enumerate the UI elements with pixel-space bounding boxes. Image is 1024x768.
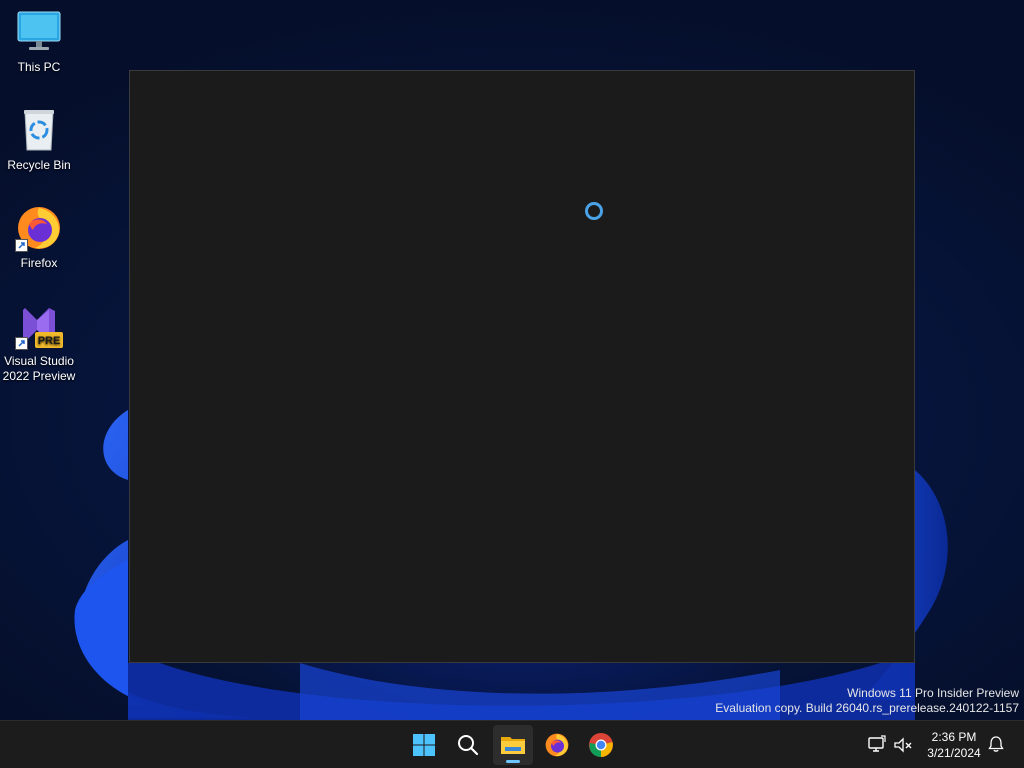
recycle-bin-icon [15, 106, 63, 154]
shortcut-arrow-icon [15, 337, 28, 350]
taskbar: 2:36 PM 3/21/2024 [0, 720, 1024, 768]
desktop: This PC Recycle Bin Firefox PRE Visual S… [0, 0, 1024, 720]
file-explorer-taskbar-button[interactable] [493, 725, 533, 765]
notification-bell-icon[interactable] [987, 735, 1007, 755]
watermark-line1: Windows 11 Pro Insider Preview [847, 686, 1019, 700]
file-explorer-icon [501, 737, 525, 754]
windows-start-icon [413, 734, 435, 756]
firefox-taskbar-button[interactable] [537, 725, 577, 765]
pre-badge: PRE [38, 335, 61, 347]
clock-date: 3/21/2024 [927, 746, 981, 760]
network-icon[interactable] [867, 735, 887, 755]
desktop-icon-this-pc[interactable]: This PC [0, 8, 78, 75]
this-pc-icon [15, 8, 63, 56]
desktop-icon-firefox[interactable]: Firefox [0, 204, 78, 271]
chrome-icon [589, 733, 613, 757]
chrome-taskbar-button[interactable] [581, 725, 621, 765]
loading-window[interactable] [129, 70, 915, 663]
loading-spinner-icon [585, 202, 603, 220]
clock-time: 2:36 PM [931, 730, 977, 744]
watermark-line2: Evaluation copy. Build 26040.rs_prerelea… [715, 701, 1019, 715]
shortcut-arrow-icon [15, 239, 28, 252]
clock[interactable]: 2:36 PM 3/21/2024 [918, 729, 990, 761]
desktop-icon-label-line1: Visual Studio [4, 354, 74, 368]
start-button[interactable] [404, 725, 444, 765]
desktop-icon-visual-studio-preview[interactable]: PRE Visual Studio 2022 Preview [0, 302, 78, 384]
active-indicator [506, 760, 520, 763]
volume-muted-icon[interactable] [893, 735, 913, 755]
search-icon [458, 735, 479, 756]
firefox-icon [15, 204, 63, 252]
desktop-icon-label: This PC [17, 60, 61, 74]
desktop-icon-recycle-bin[interactable]: Recycle Bin [0, 106, 78, 173]
desktop-icon-label: Recycle Bin [7, 158, 71, 172]
search-button[interactable] [448, 725, 488, 765]
visual-studio-preview-icon: PRE [15, 302, 63, 350]
desktop-icon-label: Firefox [20, 256, 58, 270]
desktop-icon-label-line2: 2022 Preview [2, 369, 76, 383]
firefox-icon [545, 733, 569, 757]
